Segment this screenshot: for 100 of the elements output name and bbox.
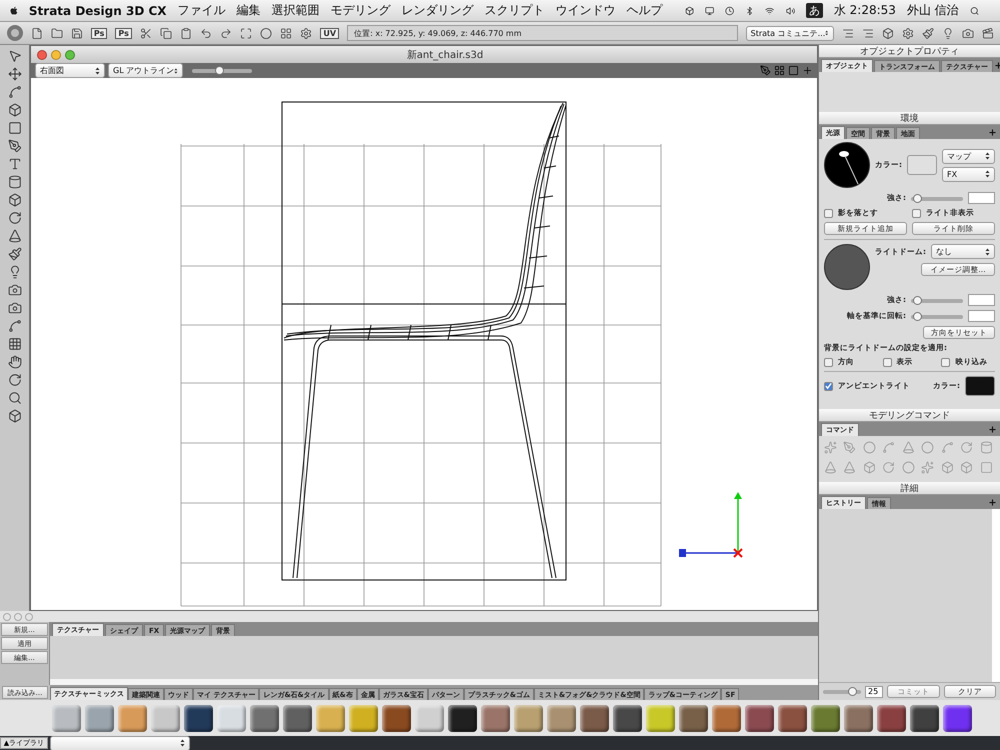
checkbox[interactable] — [824, 358, 833, 366]
curve-icon[interactable] — [8, 319, 22, 333]
grid-icon[interactable] — [774, 65, 785, 76]
menu-item[interactable]: モデリング — [330, 2, 391, 19]
cone-icon[interactable] — [8, 229, 22, 243]
texture-swatch[interactable] — [877, 704, 906, 732]
texture-swatch[interactable] — [481, 704, 510, 732]
texture-swatch[interactable] — [85, 704, 114, 732]
folder-icon[interactable] — [50, 26, 63, 40]
updown-arrows-icon[interactable] — [985, 152, 990, 160]
curve-icon[interactable] — [8, 85, 22, 99]
photoshop-button[interactable]: Ps — [90, 28, 108, 38]
texture-swatch[interactable] — [943, 704, 972, 732]
menu-item[interactable]: ヘルプ — [626, 2, 663, 19]
slider-thumb[interactable] — [913, 296, 922, 304]
light-dome-sphere[interactable] — [824, 244, 870, 290]
settings-icon[interactable] — [300, 26, 312, 40]
slider-thumb[interactable] — [913, 194, 922, 202]
search-icon[interactable] — [8, 391, 22, 405]
move-icon[interactable] — [8, 67, 22, 81]
align-icon[interactable] — [862, 26, 874, 40]
copy-icon[interactable] — [160, 26, 172, 40]
square-icon[interactable] — [788, 65, 799, 76]
texture-swatch[interactable] — [184, 704, 213, 732]
color-well[interactable] — [907, 155, 937, 175]
color-well[interactable] — [965, 376, 995, 396]
texture-swatch[interactable] — [382, 704, 411, 732]
clock[interactable]: 水 2:28:53 — [834, 2, 896, 19]
cube-icon[interactable] — [8, 409, 22, 423]
map-select[interactable]: マップ — [942, 148, 995, 164]
texture-swatch[interactable] — [448, 704, 477, 732]
updown-arrows-icon[interactable] — [985, 248, 990, 256]
texture-swatch[interactable] — [118, 704, 147, 732]
value-field[interactable] — [968, 310, 995, 322]
cube-icon[interactable] — [882, 26, 894, 40]
grid-icon[interactable] — [8, 337, 22, 351]
zoom-slider-track[interactable] — [192, 68, 252, 72]
checkbox[interactable] — [824, 208, 833, 218]
lightbulb-icon[interactable] — [942, 26, 954, 40]
texture-swatch[interactable] — [580, 704, 609, 732]
menu-item[interactable]: レンダリング — [402, 2, 474, 19]
texture-swatch[interactable] — [151, 704, 180, 732]
light-dome-select[interactable]: なし — [931, 244, 995, 259]
texture-swatch[interactable] — [712, 704, 741, 732]
render-mode-select[interactable]: GL アウトライン — [108, 63, 183, 78]
updown-arrows-icon[interactable] — [174, 66, 178, 74]
save-icon[interactable] — [70, 26, 83, 40]
user-name[interactable]: 外山 信治 — [906, 2, 959, 19]
updown-arrows-icon[interactable] — [180, 739, 185, 747]
text-icon[interactable] — [8, 157, 22, 171]
value-field[interactable] — [968, 192, 995, 204]
menu-item[interactable]: ウインドウ — [556, 2, 616, 19]
file-icon[interactable] — [30, 26, 43, 40]
menu-item[interactable]: 選択範囲 — [272, 2, 320, 19]
photoshop-button[interactable]: Ps — [115, 28, 132, 38]
texture-swatch[interactable] — [613, 704, 642, 732]
brush-icon[interactable] — [8, 247, 22, 261]
cube-icon[interactable] — [8, 103, 22, 117]
slider-thumb[interactable] — [848, 686, 856, 696]
cube-icon[interactable] — [8, 193, 22, 207]
updown-arrows-icon[interactable] — [985, 170, 990, 178]
slider-track[interactable] — [911, 312, 963, 320]
clapperboard-icon[interactable] — [982, 26, 994, 40]
texture-swatch[interactable] — [745, 704, 774, 732]
texture-swatch[interactable] — [52, 704, 81, 732]
texture-swatch[interactable] — [349, 704, 378, 732]
community-select[interactable]: Strata コミュニテ... — [746, 26, 834, 40]
texture-swatch[interactable] — [415, 704, 444, 732]
updown-arrows-icon[interactable] — [95, 66, 100, 74]
app-logo-icon[interactable] — [6, 24, 23, 42]
menu-item[interactable]: 編集 — [236, 2, 261, 19]
slider-track[interactable] — [911, 296, 963, 304]
texture-swatch[interactable] — [910, 704, 939, 732]
layout-icon[interactable] — [280, 26, 292, 40]
app-menu[interactable]: Strata Design 3D CX — [28, 4, 167, 18]
texture-swatch[interactable] — [283, 704, 312, 732]
texture-swatch[interactable] — [514, 704, 543, 732]
history-count-field[interactable]: 25 — [865, 686, 883, 698]
slider-thumb[interactable] — [913, 312, 922, 320]
cylinder-icon[interactable] — [8, 175, 22, 189]
checkbox[interactable] — [824, 382, 833, 390]
updown-arrows-icon[interactable] — [825, 29, 829, 37]
texture-swatch[interactable] — [811, 704, 840, 732]
checkbox[interactable] — [941, 358, 950, 366]
gear-icon[interactable] — [902, 26, 914, 40]
pen-icon[interactable] — [8, 139, 22, 153]
brush-icon[interactable] — [922, 26, 934, 40]
fx-select[interactable]: FX — [942, 166, 995, 182]
zoom-slider-thumb[interactable] — [215, 66, 224, 74]
frame-icon[interactable] — [240, 26, 252, 40]
texture-swatch[interactable] — [679, 704, 708, 732]
redo-icon[interactable] — [220, 26, 232, 40]
rectangle-icon[interactable] — [8, 121, 22, 135]
texture-swatch[interactable] — [316, 704, 345, 732]
menu-item[interactable]: スクリプト — [484, 2, 545, 19]
clipboard-icon[interactable] — [180, 26, 192, 40]
undo-icon[interactable] — [200, 26, 212, 40]
camera-icon[interactable] — [8, 283, 22, 297]
slider-track[interactable] — [911, 194, 963, 202]
pointer-icon[interactable] — [8, 49, 22, 63]
